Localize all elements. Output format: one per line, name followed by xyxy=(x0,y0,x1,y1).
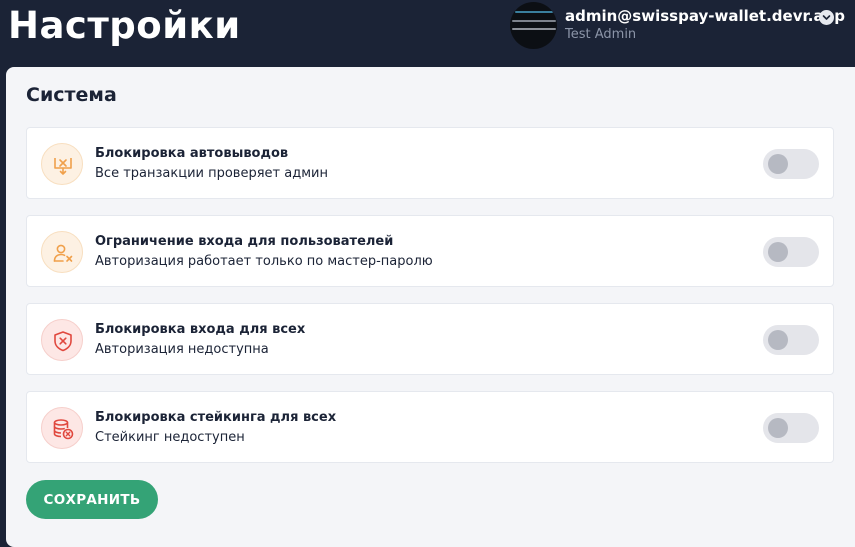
page-title: Настройки xyxy=(8,4,241,47)
toggle-knob xyxy=(768,330,788,350)
setting-title: Блокировка входа для всех xyxy=(95,322,306,337)
setting-row-staking-block-all: Блокировка стейкинга для всех Стейкинг н… xyxy=(26,391,834,463)
withdraw-block-toggle[interactable] xyxy=(763,149,819,179)
settings-panel: Система Блокировка автовыводов Все транз… xyxy=(6,67,855,547)
setting-row-withdraw-block: Блокировка автовыводов Все транзакции пр… xyxy=(26,127,834,199)
user-menu[interactable]: admin@swisspay-wallet.devr.app Test Admi… xyxy=(510,2,855,50)
setting-row-user-login-restrict: Ограничение входа для пользователей Авто… xyxy=(26,215,834,287)
withdraw-block-icon xyxy=(41,143,83,185)
setting-description: Стейкинг недоступен xyxy=(95,430,245,445)
setting-row-login-block-all: Блокировка входа для всех Авторизация не… xyxy=(26,303,834,375)
setting-description: Авторизация работает только по мастер-па… xyxy=(95,254,433,269)
chevron-down-icon[interactable] xyxy=(819,10,834,25)
setting-title: Блокировка автовыводов xyxy=(95,146,289,161)
shield-block-icon xyxy=(41,319,83,361)
user-email: admin@swisspay-wallet.devr.app xyxy=(565,7,846,25)
user-role: Test Admin xyxy=(565,27,637,42)
setting-description: Авторизация недоступна xyxy=(95,342,269,357)
setting-title: Ограничение входа для пользователей xyxy=(95,234,394,249)
save-button[interactable]: СОХРАНИТЬ xyxy=(26,480,158,519)
toggle-knob xyxy=(768,154,788,174)
login-block-all-toggle[interactable] xyxy=(763,325,819,355)
toggle-knob xyxy=(768,418,788,438)
setting-description: Все транзакции проверяет админ xyxy=(95,166,328,181)
user-login-restrict-toggle[interactable] xyxy=(763,237,819,267)
staking-block-icon xyxy=(41,407,83,449)
setting-title: Блокировка стейкинга для всех xyxy=(95,410,337,425)
user-restrict-icon xyxy=(41,231,83,273)
section-title: Система xyxy=(26,84,117,106)
avatar xyxy=(510,2,557,49)
staking-block-all-toggle[interactable] xyxy=(763,413,819,443)
toggle-knob xyxy=(768,242,788,262)
